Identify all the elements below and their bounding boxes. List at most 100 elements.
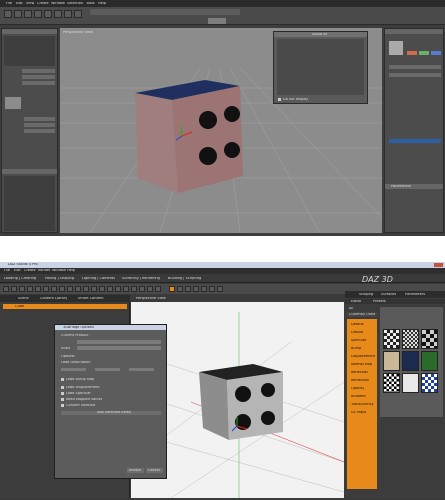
tool-icon[interactable] [115,286,121,292]
dialog-wide-button[interactable]: Add Selected Items [61,411,161,415]
tool-icon[interactable] [11,286,17,292]
tool-icon[interactable] [19,286,25,292]
panel-field[interactable] [389,65,441,69]
tab-building-scripting[interactable]: Building | Scripting [168,277,201,281]
texture-swatch[interactable] [383,373,400,393]
tab-scene[interactable]: Scene [18,297,29,301]
menu-window[interactable]: Window [51,2,65,6]
tool-icon[interactable] [4,10,12,18]
tool-icon[interactable] [74,10,82,18]
tool-icon[interactable] [35,286,41,292]
color-swatch[interactable] [419,51,429,55]
tool-icon[interactable] [99,286,105,292]
tool-icon[interactable] [51,286,57,292]
tool-icon[interactable] [201,286,207,292]
menu-tools[interactable]: Tools [86,2,95,6]
tool-icon[interactable] [185,286,191,292]
tool-icon[interactable] [24,10,32,18]
dialog-checkbox[interactable] [61,392,64,395]
dialog-checkbox[interactable] [61,404,64,407]
tool-icon[interactable] [27,286,33,292]
menu-window[interactable]: Window [52,269,66,273]
tool-icon[interactable] [209,286,215,292]
tool-icon[interactable] [64,10,72,18]
surface-filter[interactable]: All [349,307,353,311]
scene-selected-row[interactable]: Cube [3,304,127,309]
dialog-dropdown[interactable] [77,340,161,344]
texture-swatch[interactable] [421,329,438,349]
tool-icon[interactable] [54,10,62,18]
panel-field[interactable] [22,69,55,73]
texture-swatch[interactable] [402,373,419,393]
surface-list-item[interactable]: Reflection [351,371,368,375]
tab-lighting-cameras[interactable]: Lighting | Cameras [82,277,115,281]
surface-list-item[interactable]: Diffuse [351,331,363,335]
toolbar-tab-active[interactable] [208,18,226,24]
tool-icon[interactable] [43,286,49,292]
tool-icon[interactable] [193,286,199,292]
menu-render[interactable]: Render [38,269,50,273]
cancel-button[interactable]: Cancel [146,468,163,473]
menu-view[interactable]: View [26,2,34,6]
tool-icon[interactable] [3,286,9,292]
tool-icon[interactable] [34,10,42,18]
menu-edit[interactable]: Edit [16,2,23,6]
panel-field[interactable] [389,73,441,77]
surface-list-item[interactable]: Translucency [351,403,374,407]
texture-swatch[interactable] [383,351,400,371]
surface-list-item[interactable]: Specular [351,339,366,343]
dialog-field[interactable] [61,368,86,371]
surface-list-item[interactable]: UV Maps [351,411,366,415]
color-swatch[interactable] [5,97,21,109]
tab-loading-creating[interactable]: Loading | Creating [4,277,36,281]
tool-icon[interactable] [75,286,81,292]
panel-field[interactable] [22,75,55,79]
menu-edit[interactable]: Edit [14,269,21,273]
tab-parameters[interactable]: Parameters [405,293,425,297]
tool-icon[interactable] [91,286,97,292]
tool-icon[interactable] [139,286,145,292]
menu-create[interactable]: Create [37,2,49,6]
surface-list-item[interactable]: Refraction [351,379,369,383]
menu-create[interactable]: Create [24,269,36,273]
color-swatch[interactable] [407,51,417,55]
tab-surfacing-rendering[interactable]: Surfacing | Rendering [122,277,160,281]
panel-field[interactable] [24,123,55,127]
tool-icon-active[interactable] [169,286,175,292]
menu-help[interactable]: Help [98,2,106,6]
dialog-dropdown[interactable] [77,346,161,350]
dialog-checkbox[interactable] [61,386,64,389]
texture-swatch[interactable] [421,373,438,393]
surface-list-item[interactable]: Default [351,323,364,327]
panel-field[interactable] [24,129,55,133]
menu-help[interactable]: Help [67,269,75,273]
tab-presets[interactable]: Presets [373,300,386,304]
accept-button[interactable]: Accept [127,468,144,473]
tool-icon[interactable] [217,286,223,292]
tab-surfaces[interactable]: Surfaces [381,293,396,297]
tool-icon[interactable] [155,286,161,292]
tool-icon[interactable] [107,286,113,292]
selected-row[interactable] [389,139,441,143]
tool-icon[interactable] [123,286,129,292]
menu-selection[interactable]: Selection [67,2,83,6]
color-swatch[interactable] [389,41,403,55]
tool-icon[interactable] [14,10,22,18]
dialog-field[interactable] [129,368,154,371]
dialog-checkbox[interactable] [61,378,64,381]
tool-icon[interactable] [59,286,65,292]
tab-editor[interactable]: Editor [351,300,361,304]
panel-field[interactable] [24,117,55,121]
surface-current[interactable]: Currently Used [347,312,377,317]
surface-list-item[interactable]: Normal Map [351,363,372,367]
dialog-field[interactable] [95,368,120,371]
surface-list-item[interactable]: Displacement [351,355,375,359]
panel-field[interactable] [22,81,55,85]
surface-list-item[interactable]: Ambient [351,395,366,399]
tool-icon[interactable] [131,286,137,292]
tab-content-library[interactable]: Content Library [40,297,67,301]
tool-icon[interactable] [177,286,183,292]
dialog-checkbox[interactable] [278,98,281,101]
surface-list-item[interactable]: Bump [351,347,361,351]
tab-shaping[interactable]: Shaping [359,293,373,297]
